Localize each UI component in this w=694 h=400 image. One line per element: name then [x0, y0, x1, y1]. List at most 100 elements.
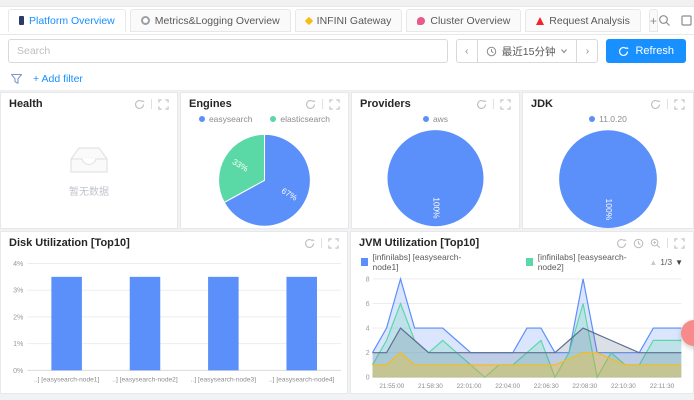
time-next-button[interactable]: › [576, 39, 598, 63]
jdk-pie-chart[interactable]: 100% [523, 126, 693, 229]
widget-clock-icon[interactable] [633, 238, 644, 249]
svg-text:6: 6 [366, 301, 370, 308]
legend-dot [199, 116, 205, 122]
tab-label: Metrics&Logging Overview [155, 15, 280, 27]
time-range-picker: ‹ 最近15分钟 › [456, 39, 599, 63]
engines-pie-chart[interactable]: 67%33% [181, 126, 348, 229]
svg-text:3%: 3% [13, 287, 24, 295]
svg-text:..] [easysearch-node3]: ..] [easysearch-node3] [191, 377, 257, 384]
tab-bar: Platform Overview Metrics&Logging Overvie… [0, 7, 694, 35]
fullscreen-icon[interactable] [500, 99, 511, 110]
fullscreen-icon[interactable] [328, 238, 339, 249]
widget-refresh-icon[interactable] [305, 99, 316, 110]
card-health-body: 暂无数据 [1, 112, 177, 228]
legend-page-up-icon[interactable]: ▲ [649, 258, 657, 267]
search-input[interactable] [8, 39, 448, 63]
zoom-in-icon[interactable] [650, 238, 661, 249]
jvm-area-chart[interactable]: 0246821:55:0021:58:3022:01:0022:04:0022:… [351, 273, 693, 393]
fullscreen-icon[interactable] [674, 99, 685, 110]
widgets-row-2: Disk Utilization [Top10] 0%1%2%3%4%..] [… [0, 231, 694, 394]
svg-text:22:01:00: 22:01:00 [457, 383, 482, 390]
svg-text:0: 0 [366, 375, 370, 382]
jvm-legend: [infinilabs] [easysearch-node1] [infinila… [361, 252, 631, 272]
divider [321, 238, 322, 248]
legend-item-easysearch[interactable]: easysearch [199, 114, 252, 124]
time-range-button[interactable]: 最近15分钟 [478, 39, 577, 63]
legend-dot [270, 116, 276, 122]
widget-refresh-icon[interactable] [616, 238, 627, 249]
search-icon[interactable] [658, 14, 671, 27]
card-engines: Engines easysearch elasticsearch 67%33% [180, 92, 349, 229]
divider [493, 99, 494, 109]
disk-bar-chart[interactable]: 0%1%2%3%4%..] [easysearch-node1]..] [eas… [1, 251, 347, 393]
clock-icon [486, 46, 497, 57]
legend-label: [infinilabs] [easysearch-node2] [538, 252, 632, 272]
card-jdk-header: JDK [523, 93, 693, 112]
empty-text: 暂无数据 [69, 183, 109, 198]
refresh-button[interactable]: Refresh [606, 39, 686, 63]
empty-state: 暂无数据 [66, 143, 112, 198]
frame-icon[interactable] [680, 14, 693, 27]
svg-text:4: 4 [366, 326, 370, 333]
filter-bar: + Add filter [0, 67, 694, 91]
tab-platform-overview[interactable]: Platform Overview [8, 9, 126, 32]
card-disk-utilization: Disk Utilization [Top10] 0%1%2%3%4%..] [… [0, 231, 348, 394]
platform-icon [19, 16, 24, 25]
legend-item-11-0-20[interactable]: 11.0.20 [589, 114, 627, 124]
svg-text:2%: 2% [13, 313, 24, 321]
legend-item-infinilabs-easysearch-node1[interactable]: [infinilabs] [easysearch-node1] [361, 252, 466, 272]
tab-request-analysis[interactable]: Request Analysis [525, 9, 641, 32]
card-title: Disk Utilization [Top10] [9, 237, 130, 249]
card-title: Engines [189, 98, 232, 110]
svg-text:100%: 100% [431, 197, 441, 219]
new-tab-button[interactable]: + [649, 9, 658, 32]
tab-cluster-overview[interactable]: Cluster Overview [406, 9, 521, 32]
widget-refresh-icon[interactable] [650, 99, 661, 110]
widget-refresh-icon[interactable] [134, 99, 145, 110]
legend-dot [423, 116, 429, 122]
svg-text:22:06:30: 22:06:30 [534, 383, 559, 390]
card-providers-header: Providers [352, 93, 519, 112]
toolbar-icons [658, 14, 694, 27]
filter-icon[interactable] [10, 73, 23, 85]
fullscreen-icon[interactable] [674, 238, 685, 249]
refresh-icon [618, 46, 629, 57]
card-disk-header: Disk Utilization [Top10] [1, 232, 347, 251]
empty-box-icon [66, 143, 112, 177]
tab-label: Request Analysis [549, 15, 630, 27]
svg-text:21:55:00: 21:55:00 [379, 383, 404, 390]
legend-item-infinilabs-easysearch-node2[interactable]: [infinilabs] [easysearch-node2] [526, 252, 631, 272]
svg-text:22:11:30: 22:11:30 [650, 383, 675, 390]
card-jvm-header: JVM Utilization [Top10] [351, 232, 693, 251]
providers-pie-chart[interactable]: 100% [352, 126, 519, 229]
widget-refresh-icon[interactable] [304, 238, 315, 249]
tabs: Platform Overview Metrics&Logging Overvie… [8, 9, 641, 32]
svg-text:2: 2 [366, 350, 370, 357]
svg-text:22:08:30: 22:08:30 [572, 383, 597, 390]
fullscreen-icon[interactable] [329, 99, 340, 110]
time-range-label: 最近15分钟 [502, 44, 556, 59]
request-icon [536, 17, 544, 25]
svg-text:..] [easysearch-node2]: ..] [easysearch-node2] [112, 377, 178, 384]
top-strip [0, 0, 694, 7]
card-engines-header: Engines [181, 93, 348, 112]
widget-refresh-icon[interactable] [476, 99, 487, 110]
card-health: Health 暂无数据 [0, 92, 178, 229]
legend-label: [infinilabs] [easysearch-node1] [373, 252, 467, 272]
fullscreen-icon[interactable] [158, 99, 169, 110]
card-title: JVM Utilization [Top10] [359, 237, 479, 249]
svg-text:1%: 1% [13, 340, 24, 348]
legend-page-down-icon[interactable]: ▼ [675, 258, 683, 267]
tab-label: Cluster Overview [430, 15, 510, 27]
card-providers-body: aws 100% [352, 112, 519, 229]
tab-infini-gateway[interactable]: INFINI Gateway [295, 9, 403, 32]
add-filter-button[interactable]: + Add filter [33, 73, 83, 85]
jvm-legend-row: [infinilabs] [easysearch-node1] [infinila… [351, 251, 693, 273]
legend-label: easysearch [209, 114, 252, 124]
legend-item-elasticsearch[interactable]: elasticsearch [270, 114, 330, 124]
legend-item-aws[interactable]: aws [423, 114, 448, 124]
tab-metrics-logging-overview[interactable]: Metrics&Logging Overview [130, 9, 291, 32]
time-prev-button[interactable]: ‹ [456, 39, 478, 63]
legend-swatch [361, 258, 368, 266]
chevron-down-icon [560, 47, 568, 55]
